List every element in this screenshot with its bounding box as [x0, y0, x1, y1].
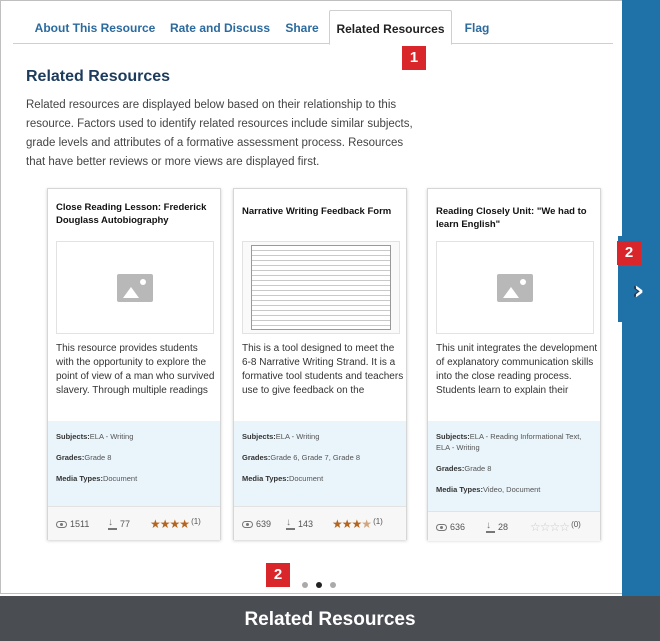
caption-bar: Related Resources	[0, 596, 660, 641]
resource-stats: 639 143 ★★★★(1)	[234, 506, 406, 540]
pagination-dot[interactable]	[302, 582, 308, 588]
star-icon: ☆	[530, 520, 541, 534]
star-icon: ★	[351, 517, 363, 531]
tab-share[interactable]: Share	[279, 10, 325, 44]
star-icon: ★	[332, 517, 343, 531]
resource-summary: This is a tool designed to meet the 6-8 …	[242, 343, 404, 396]
download-icon	[486, 520, 495, 533]
views-stat: 636	[436, 522, 465, 532]
callout-pagination-marker: 2	[266, 563, 290, 587]
resource-title[interactable]: Close Reading Lesson: Frederick Douglass…	[56, 201, 216, 227]
meta-media-types: Media Types:Video, Document	[436, 485, 541, 494]
star-icon: ★	[341, 517, 353, 531]
star-icon: ☆	[539, 520, 551, 534]
downloads-stat: 77	[108, 517, 130, 530]
pagination-dot[interactable]	[316, 582, 322, 588]
download-icon	[286, 517, 295, 530]
downloads-stat: 28	[486, 520, 508, 533]
star-icon: ★	[150, 517, 161, 531]
star-icon: ☆	[559, 520, 570, 534]
callout-next-marker: 2	[617, 241, 641, 265]
document-preview	[251, 245, 391, 330]
resource-summary: This resource provides students with the…	[56, 343, 215, 396]
tab-about-this-resource[interactable]: About This Resource	[29, 10, 161, 44]
carousel-next-button[interactable]: ›	[625, 276, 653, 306]
section-heading: Related Resources	[26, 68, 171, 85]
resource-meta: Subjects:ELA - Writing Grades:Grade 6, G…	[234, 421, 406, 506]
related-resources-carousel: Close Reading Lesson: Frederick Douglass…	[36, 180, 619, 570]
image-placeholder-icon	[117, 273, 153, 302]
eye-icon	[56, 521, 67, 529]
resource-title[interactable]: Narrative Writing Feedback Form	[242, 205, 402, 218]
resource-card[interactable]: Close Reading Lesson: Frederick Douglass…	[47, 188, 221, 540]
star-icon: ★	[361, 517, 372, 531]
star-icon: ★	[179, 517, 190, 531]
resource-title[interactable]: Reading Closely Unit: "We had to learn E…	[436, 205, 596, 231]
eye-icon	[242, 521, 253, 529]
views-stat: 1511	[56, 519, 89, 529]
chevron-right-icon: ›	[633, 276, 645, 306]
star-rating: ☆☆☆☆ (0)	[530, 520, 581, 534]
star-icon: ★	[169, 517, 181, 531]
resource-card[interactable]: Narrative Writing Feedback Form This is …	[233, 188, 407, 540]
resource-thumbnail[interactable]	[56, 241, 214, 334]
resource-stats: 636 28 ☆☆☆☆(0)	[428, 511, 600, 541]
resource-thumbnail[interactable]	[436, 241, 594, 334]
download-icon	[108, 517, 117, 530]
meta-subjects: Subjects:ELA - Writing	[242, 432, 320, 441]
tab-flag[interactable]: Flag	[455, 10, 499, 44]
star-rating: ★★★★ (1)	[150, 517, 201, 531]
tab-bar: About This Resource Rate and Discuss Sha…	[13, 10, 613, 45]
eye-icon	[436, 524, 447, 532]
section-description: Related resources are displayed below ba…	[26, 99, 413, 168]
meta-grades: Grades:Grade 8	[56, 453, 112, 462]
resource-meta: Subjects:ELA - Writing Grades:Grade 8 Me…	[48, 421, 220, 506]
meta-media-types: Media Types:Document	[56, 474, 138, 483]
callout-tab-marker: 1	[402, 46, 426, 70]
image-placeholder-icon	[497, 273, 533, 302]
star-icon: ★	[159, 517, 171, 531]
carousel-pagination	[302, 575, 344, 588]
resource-summary: This unit integrates the development of …	[436, 343, 598, 396]
tab-rate-and-discuss[interactable]: Rate and Discuss	[165, 10, 275, 44]
screenshot-frame: About This Resource Rate and Discuss Sha…	[0, 0, 660, 641]
meta-grades: Grades:Grade 6, Grade 7, Grade 8	[242, 453, 360, 462]
resource-stats: 1511 77 ★★★★(1)	[48, 506, 220, 540]
resource-meta: Subjects:ELA - Reading Informational Tex…	[428, 421, 600, 511]
tab-related-resources[interactable]: Related Resources	[329, 10, 452, 45]
pagination-dot[interactable]	[330, 582, 336, 588]
views-stat: 639	[242, 519, 271, 529]
downloads-stat: 143	[286, 517, 313, 530]
resource-card[interactable]: Reading Closely Unit: "We had to learn E…	[427, 188, 601, 541]
meta-subjects: Subjects:ELA - Reading Informational Tex…	[436, 432, 582, 452]
star-rating: ★★★★ (1)	[332, 517, 383, 531]
resource-thumbnail[interactable]	[242, 241, 400, 334]
meta-subjects: Subjects:ELA - Writing	[56, 432, 134, 441]
star-icon: ☆	[549, 520, 561, 534]
meta-grades: Grades:Grade 8	[436, 464, 492, 473]
meta-media-types: Media Types:Document	[242, 474, 324, 483]
